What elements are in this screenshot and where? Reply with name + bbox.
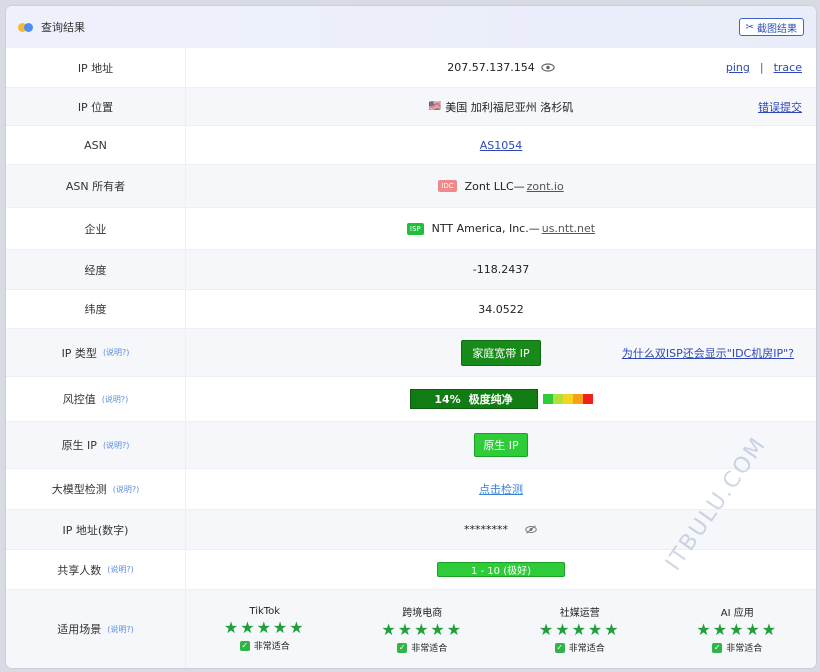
fit-label: 非常适合 [568,644,605,654]
row-ip-location: IP 位置 🇺🇸 美国 加利福尼亚州 洛杉矶 错误提交 [6,88,816,126]
check-icon: ✓ [554,642,565,653]
trace-link[interactable]: trace [774,61,802,74]
screenshot-button[interactable]: ✂ 截图结果 [738,18,804,36]
scene-name: TikTok [249,606,281,617]
help-link[interactable]: (说明?) [113,484,140,495]
scene-item: AI 应用 ★★★★★ ✓ 非常适合 [659,590,817,668]
scene-list: TikTok ★★★★★ ✓ 非常适合 跨境电商 ★★★★★ ✓ 非常适合 社媒运营… [186,590,816,668]
row-ip-type: IP 类型 (说明?) 家庭宽带 IP 为什么双ISP还会显示"IDC机房IP"… [6,329,816,377]
fit-label: 非常适合 [726,644,763,654]
check-icon: ✓ [712,642,723,653]
risk-text: 极度纯净 [468,393,513,406]
star-rating: ★★★★★ [696,620,779,639]
scissors-icon: ✂ [745,21,754,33]
row-scenes: 适用场景 (说明?) TikTok ★★★★★ ✓ 非常适合 跨境电商 ★★★★★… [6,590,816,668]
ping-link[interactable]: ping [726,61,750,74]
check-icon: ✓ [397,642,408,653]
help-link[interactable]: (说明?) [107,624,134,635]
row-label: 适用场景 [57,623,102,636]
ip-value: 207.57.137.154 [447,61,535,74]
report-error-link[interactable]: 错误提交 [758,99,802,115]
latitude-value: 34.0522 [478,302,524,316]
card-header: 查询结果 ✂ 截图结果 [6,6,816,48]
help-link[interactable]: (说明?) [103,347,130,358]
ip-type-badge: 家庭宽带 IP [461,339,541,366]
row-asn-owner: ASN 所有者 IDC Zont LLC — zont.io [6,165,816,208]
dash: — [528,222,540,235]
row-longitude: 经度 -118.2437 [6,250,816,290]
row-label: ASN 所有者 [6,165,186,207]
llm-detect-link[interactable]: 点击检测 [479,481,523,497]
scene-name: 跨境电商 [402,608,443,619]
isp-tag: ISP [406,222,424,235]
row-llm-detect: 大模型检测 (说明?) 点击检测 [6,469,816,510]
logo-icon [18,22,33,32]
row-label: IP 地址(数字) [6,510,186,549]
scene-name: AI 应用 [720,608,754,619]
row-label: ASN [6,126,186,164]
risk-gauge [542,394,593,404]
longitude-value: -118.2437 [472,263,530,276]
link-separator: | [759,61,764,74]
check-icon: ✓ [239,640,250,651]
share-count-bar: 1 - 10 (极好) [437,562,565,577]
row-asn: ASN AS1054 [6,126,816,165]
risk-percent: 14% [434,392,461,406]
star-rating: ★★★★★ [381,620,464,639]
help-link[interactable]: (说明?) [103,440,130,451]
row-native-ip: 原生 IP (说明?) 原生 IP [6,422,816,469]
row-label: 纬度 [6,290,186,328]
star-rating: ★★★★★ [538,620,621,639]
location-value: 美国 加利福尼亚州 洛杉矶 [445,100,574,114]
row-ip-address: IP 地址 207.57.137.154 ping | trace [6,48,816,88]
card-title: 查询结果 [41,21,85,34]
result-card: 查询结果 ✂ 截图结果 IP 地址 207.57.137.154 ping | … [6,6,816,668]
row-label: 经度 [6,250,186,289]
row-label: 大模型检测 [51,483,107,496]
enterprise-domain[interactable]: us.ntt.net [542,222,595,235]
row-label: 企业 [6,208,186,249]
enterprise-name: NTT America, Inc. [431,222,529,235]
eye-off-icon[interactable] [524,525,538,534]
scene-name: 社媒运营 [559,608,600,619]
asn-owner-name: Zont LLC [464,179,514,193]
native-ip-badge: 原生 IP [474,433,528,457]
row-latitude: 纬度 34.0522 [6,290,816,329]
help-link[interactable]: (说明?) [102,394,129,405]
row-label: 原生 IP [61,439,97,452]
row-enterprise: 企业 ISP NTT America, Inc. — us.ntt.net [6,208,816,250]
asn-link[interactable]: AS1054 [480,139,523,152]
ip-numeric-value: ******** [464,523,508,536]
asn-owner-domain[interactable]: zont.io [527,180,564,193]
scene-item: TikTok ★★★★★ ✓ 非常适合 [186,590,344,668]
row-label: 共享人数 [57,563,102,577]
row-label: 风控值 [62,393,96,406]
isp-question-link[interactable]: 为什么双ISP还会显示"IDC机房IP"? [622,345,794,361]
row-label: IP 地址 [6,48,186,87]
scene-item: 社媒运营 ★★★★★ ✓ 非常适合 [501,590,659,668]
screenshot-label: 截图结果 [757,23,797,35]
row-label: IP 位置 [6,88,186,125]
idc-tag: IDC [438,180,457,192]
scene-item: 跨境电商 ★★★★★ ✓ 非常适合 [344,590,502,668]
row-risk: 风控值 (说明?) 14% 极度纯净 [6,377,816,422]
row-label: IP 类型 [61,346,97,360]
eye-icon[interactable] [541,63,555,72]
star-rating: ★★★★★ [223,618,306,637]
fit-label: 非常适合 [411,644,448,654]
fit-label: 非常适合 [253,642,290,652]
risk-score-bar: 14% 极度纯净 [409,389,538,409]
help-link[interactable]: (说明?) [107,564,134,575]
dash: — [513,179,525,193]
flag-icon: 🇺🇸 [428,101,442,112]
